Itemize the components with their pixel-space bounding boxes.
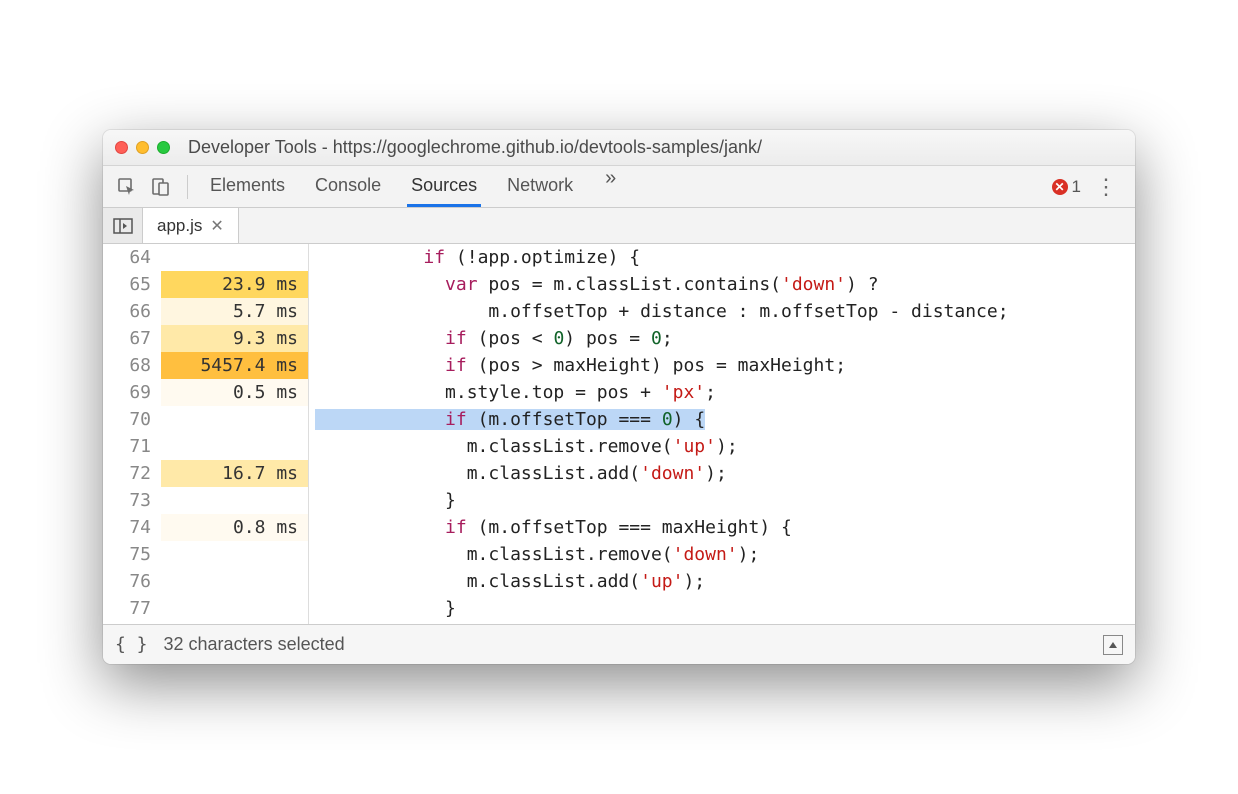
line-number: 76: [103, 568, 161, 595]
tab-console[interactable]: Console: [311, 167, 385, 206]
code-line[interactable]: m.offsetTop + distance : m.offsetTop - d…: [309, 298, 1135, 325]
more-tabs-button[interactable]: »: [599, 167, 622, 206]
navigator-toggle-button[interactable]: [103, 208, 143, 243]
file-tab-bar: app.js ✕: [103, 208, 1135, 244]
close-file-tab-icon[interactable]: ✕: [210, 216, 223, 236]
code-editor[interactable]: 6465666768697071727374757677 23.9 ms5.7 …: [103, 244, 1135, 624]
file-tab-appjs[interactable]: app.js ✕: [143, 207, 239, 243]
line-time: 0.5 ms: [161, 379, 308, 406]
status-text: 32 characters selected: [164, 634, 345, 655]
line-time: 16.7 ms: [161, 460, 308, 487]
line-number: 64: [103, 244, 161, 271]
inspect-element-icon[interactable]: [113, 173, 141, 201]
line-time: 5457.4 ms: [161, 352, 308, 379]
line-time: [161, 568, 308, 595]
error-icon: ✕: [1052, 179, 1068, 195]
code-line[interactable]: if (m.offsetTop === 0) {: [309, 406, 1135, 433]
line-number: 70: [103, 406, 161, 433]
error-count-badge[interactable]: ✕ 1: [1052, 177, 1081, 197]
tab-sources[interactable]: Sources: [407, 167, 481, 206]
line-time: 5.7 ms: [161, 298, 308, 325]
line-time: [161, 406, 308, 433]
file-tab-label: app.js: [157, 216, 202, 236]
error-count: 1: [1072, 177, 1081, 197]
tab-network[interactable]: Network: [503, 167, 577, 206]
window-title: Developer Tools - https://googlechrome.g…: [188, 137, 762, 158]
traffic-lights: [115, 141, 170, 154]
close-window-button[interactable]: [115, 141, 128, 154]
tab-elements[interactable]: Elements: [206, 167, 289, 206]
line-number: 69: [103, 379, 161, 406]
line-time: [161, 487, 308, 514]
line-number: 65: [103, 271, 161, 298]
code-line[interactable]: if (!app.optimize) {: [309, 244, 1135, 271]
status-bar: { } 32 characters selected: [103, 624, 1135, 664]
line-time: [161, 595, 308, 622]
minimize-window-button[interactable]: [136, 141, 149, 154]
settings-menu-button[interactable]: ⋮: [1087, 174, 1125, 200]
line-number: 72: [103, 460, 161, 487]
code-line[interactable]: if (m.offsetTop === maxHeight) {: [309, 514, 1135, 541]
line-number: 74: [103, 514, 161, 541]
zoom-window-button[interactable]: [157, 141, 170, 154]
code-line[interactable]: m.classList.remove('up');: [309, 433, 1135, 460]
titlebar: Developer Tools - https://googlechrome.g…: [103, 130, 1135, 166]
line-number: 68: [103, 352, 161, 379]
code-line[interactable]: if (pos > maxHeight) pos = maxHeight;: [309, 352, 1135, 379]
line-number: 77: [103, 595, 161, 622]
code-line[interactable]: m.classList.add('up');: [309, 568, 1135, 595]
main-toolbar: Elements Console Sources Network » ✕ 1 ⋮: [103, 166, 1135, 208]
code-line[interactable]: if (pos < 0) pos = 0;: [309, 325, 1135, 352]
line-number: 67: [103, 325, 161, 352]
line-number: 75: [103, 541, 161, 568]
line-time: 23.9 ms: [161, 271, 308, 298]
code-line[interactable]: m.classList.remove('down');: [309, 541, 1135, 568]
panel-tabs: Elements Console Sources Network »: [206, 167, 622, 206]
code-content[interactable]: if (!app.optimize) { var pos = m.classLi…: [309, 244, 1135, 624]
line-time: [161, 433, 308, 460]
device-toolbar-icon[interactable]: [147, 173, 175, 201]
line-number: 73: [103, 487, 161, 514]
line-number: 66: [103, 298, 161, 325]
line-time: 0.8 ms: [161, 514, 308, 541]
code-line[interactable]: }: [309, 595, 1135, 622]
pretty-print-button[interactable]: { }: [115, 634, 148, 655]
line-number: 71: [103, 433, 161, 460]
devtools-window: Developer Tools - https://googlechrome.g…: [103, 130, 1135, 664]
drawer-toggle-button[interactable]: [1103, 635, 1123, 655]
code-line[interactable]: }: [309, 487, 1135, 514]
code-line[interactable]: m.classList.add('down');: [309, 460, 1135, 487]
code-line[interactable]: var pos = m.classList.contains('down') ?: [309, 271, 1135, 298]
toolbar-separator: [187, 175, 188, 199]
line-time: [161, 541, 308, 568]
line-time: [161, 244, 308, 271]
code-line[interactable]: m.style.top = pos + 'px';: [309, 379, 1135, 406]
line-number-gutter: 6465666768697071727374757677: [103, 244, 161, 624]
line-time: 9.3 ms: [161, 325, 308, 352]
profiling-time-gutter: 23.9 ms5.7 ms9.3 ms5457.4 ms0.5 ms 16.7 m…: [161, 244, 309, 624]
